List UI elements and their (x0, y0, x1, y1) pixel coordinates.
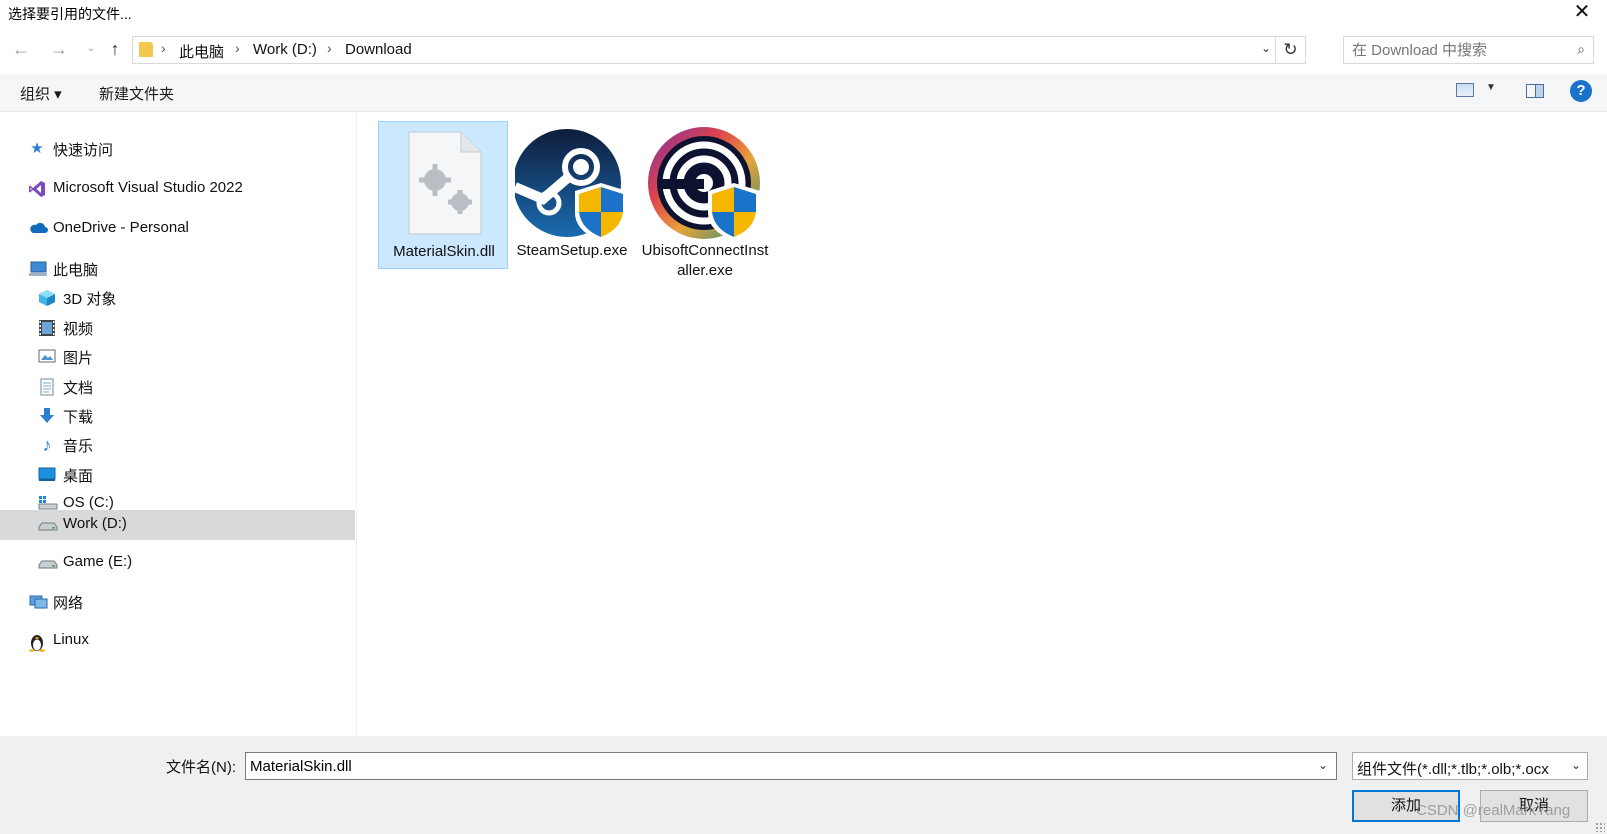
search-input[interactable] (1352, 38, 1562, 62)
file-type-filter-value: 组件文件(*.dll;*.tlb;*.olb;*.ocx (1357, 761, 1549, 778)
download-arrow-icon (38, 407, 56, 425)
network-icon (28, 593, 48, 611)
sidebar-item-visual-studio[interactable]: Microsoft Visual Studio 2022 (0, 174, 355, 204)
drive-icon (38, 554, 58, 572)
visual-studio-icon (28, 180, 46, 198)
filename-label: 文件名(N): (166, 759, 236, 776)
file-type-filter-select[interactable]: 组件文件(*.dll;*.tlb;*.olb;*.ocx ⌄ (1352, 752, 1588, 780)
sidebar-item-label: 网络 (53, 595, 84, 612)
file-list: MaterialSkin.dll SteamSetup.exe UbisoftC… (358, 112, 1607, 736)
help-icon[interactable]: ? (1570, 80, 1592, 102)
sidebar-item-label: Work (D:) (63, 515, 127, 532)
navigation-pane: ★ 快速访问 Microsoft Visual Studio 2022 OneD… (0, 112, 357, 736)
sidebar-item-label: OneDrive - Personal (53, 219, 189, 236)
file-item-ubisoftconnectinstaller-exe[interactable]: UbisoftConnectInstaller.exe (640, 121, 770, 279)
refresh-icon[interactable]: ↻ (1275, 37, 1305, 63)
filename-input[interactable] (250, 754, 1290, 778)
dll-file-icon (408, 131, 482, 235)
sidebar-item-label: 视频 (63, 321, 94, 338)
sidebar-item-downloads[interactable]: 下载 (0, 401, 355, 431)
video-icon (38, 319, 56, 337)
breadcrumb-chevron-icon[interactable]: › (161, 40, 166, 56)
sidebar-item-music[interactable]: ♪ 音乐 (0, 430, 355, 460)
recent-locations-chevron-icon[interactable]: ⌄ (80, 38, 102, 62)
navigation-bar: ← → ⌄ ↑ › 此电脑 › Work (D:) › Download ⌄ ↻… (0, 34, 1607, 66)
forward-arrow-icon[interactable]: → (48, 38, 70, 62)
sidebar-item-game-e[interactable]: Game (E:) (0, 548, 355, 578)
up-arrow-icon[interactable]: ↑ (104, 38, 126, 62)
new-folder-button[interactable]: 新建文件夹 (99, 83, 174, 104)
steam-installer-icon (515, 129, 627, 239)
file-name: UbisoftConnectInstaller.exe (641, 242, 769, 279)
preview-pane-icon[interactable] (1526, 84, 1544, 98)
filter-dropdown-chevron-icon[interactable]: ⌄ (1571, 758, 1581, 772)
sidebar-item-label: 桌面 (63, 468, 94, 485)
linux-penguin-icon (28, 632, 46, 652)
file-name: SteamSetup.exe (516, 242, 628, 259)
title-bar: 选择要引用的文件... ✕ (0, 0, 1607, 28)
sidebar-item-label: 3D 对象 (63, 291, 117, 308)
window-title: 选择要引用的文件... (8, 6, 132, 22)
sidebar-item-linux[interactable]: Linux (0, 626, 355, 656)
pictures-icon (38, 348, 56, 366)
sidebar-item-label: 此电脑 (53, 262, 99, 279)
breadcrumb-work-drive[interactable]: Work (D:) (253, 41, 317, 58)
file-item-materialskin-dll[interactable]: MaterialSkin.dll (378, 121, 508, 269)
this-pc-icon (28, 260, 47, 278)
address-bar[interactable]: › 此电脑 › Work (D:) › Download ⌄ ↻ (132, 36, 1306, 64)
3d-objects-icon (38, 289, 56, 307)
sidebar-item-label: OS (C:) (63, 494, 114, 511)
search-box[interactable]: ⌕ (1343, 36, 1594, 64)
sidebar-item-label: Microsoft Visual Studio 2022 (53, 179, 243, 196)
sidebar-item-documents[interactable]: 文档 (0, 372, 355, 402)
sidebar-item-onedrive[interactable]: OneDrive - Personal (0, 214, 355, 244)
filename-dropdown-chevron-icon[interactable]: ⌄ (1318, 758, 1328, 772)
onedrive-cloud-icon (28, 220, 48, 238)
breadcrumb-chevron-icon[interactable]: › (327, 40, 332, 56)
breadcrumb-chevron-icon[interactable]: › (235, 40, 240, 56)
sidebar-item-desktop[interactable]: 桌面 (0, 460, 355, 490)
desktop-icon (38, 466, 56, 484)
sidebar-item-label: Linux (53, 631, 89, 648)
sidebar-item-label: 图片 (63, 350, 94, 367)
close-icon[interactable]: ✕ (1565, 0, 1599, 26)
search-icon[interactable]: ⌕ (1577, 41, 1585, 58)
sidebar-item-label: 下载 (63, 409, 94, 426)
watermark-text: CSDN @realMarkYang (1416, 802, 1571, 819)
sidebar-item-pictures[interactable]: 图片 (0, 342, 355, 372)
back-arrow-icon[interactable]: ← (10, 38, 32, 62)
sidebar-item-label: 快速访问 (53, 142, 114, 159)
ubisoft-connect-installer-icon (648, 127, 760, 239)
organize-menu-button[interactable]: 组织 ▾ (20, 83, 62, 104)
breadcrumb-download[interactable]: Download (345, 41, 412, 58)
breadcrumb-this-pc[interactable]: 此电脑 (179, 41, 224, 62)
view-options-dropdown-icon[interactable]: ▼ (1486, 82, 1496, 93)
sidebar-item-label: Game (E:) (63, 553, 133, 570)
star-icon: ★ (30, 140, 44, 157)
documents-icon (38, 378, 56, 396)
file-item-steamsetup-exe[interactable]: SteamSetup.exe (507, 121, 637, 269)
drive-icon (38, 516, 58, 534)
music-note-icon: ♪ (42, 435, 52, 455)
folder-icon (139, 42, 153, 57)
sidebar-item-work-d[interactable]: Work (D:) (0, 510, 355, 540)
sidebar-item-videos[interactable]: 视频 (0, 313, 355, 343)
sidebar-item-network[interactable]: 网络 (0, 587, 355, 617)
file-name: MaterialSkin.dll (393, 243, 495, 260)
sidebar-item-label: 音乐 (63, 438, 94, 455)
filename-field[interactable]: ⌄ (245, 752, 1337, 780)
sidebar-item-quick-access[interactable]: ★ 快速访问 (0, 134, 355, 164)
address-dropdown-chevron-icon[interactable]: ⌄ (1261, 41, 1271, 55)
sidebar-item-label: 文档 (63, 380, 94, 397)
resize-grip-icon[interactable] (1595, 822, 1605, 832)
sidebar-item-this-pc[interactable]: 此电脑 (0, 254, 355, 284)
change-view-icon[interactable] (1456, 83, 1474, 97)
sidebar-item-3d-objects[interactable]: 3D 对象 (0, 283, 355, 313)
command-toolbar: 组织 ▾ 新建文件夹 ▼ ? (0, 74, 1607, 112)
dialog-footer: 文件名(N): ⌄ 组件文件(*.dll;*.tlb;*.olb;*.ocx ⌄… (0, 736, 1607, 834)
